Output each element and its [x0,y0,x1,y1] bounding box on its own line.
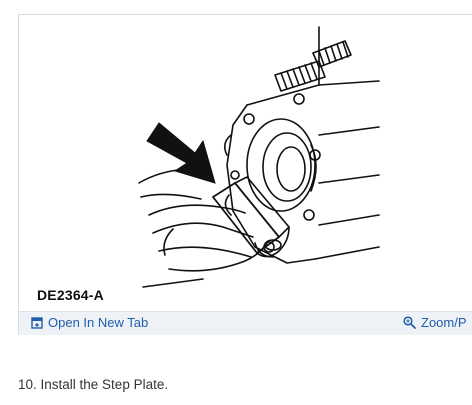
open-in-new-tab-button[interactable]: Open In New Tab [30,315,148,330]
open-in-new-tab-label: Open In New Tab [48,315,149,330]
open-new-tab-icon [30,316,43,329]
figure-card: DE2364-A Open In New Tab Zoom/P [18,14,472,335]
zoom-label: Zoom/P [421,315,467,330]
figure-code: DE2364-A [37,287,104,303]
zoom-button[interactable]: Zoom/P [403,315,467,330]
step-plate-illustration [138,26,380,288]
instruction-step: 10. Install the Step Plate. [18,377,169,392]
figure-toolbar: Open In New Tab Zoom/P [19,311,472,335]
magnifier-icon [403,316,416,329]
